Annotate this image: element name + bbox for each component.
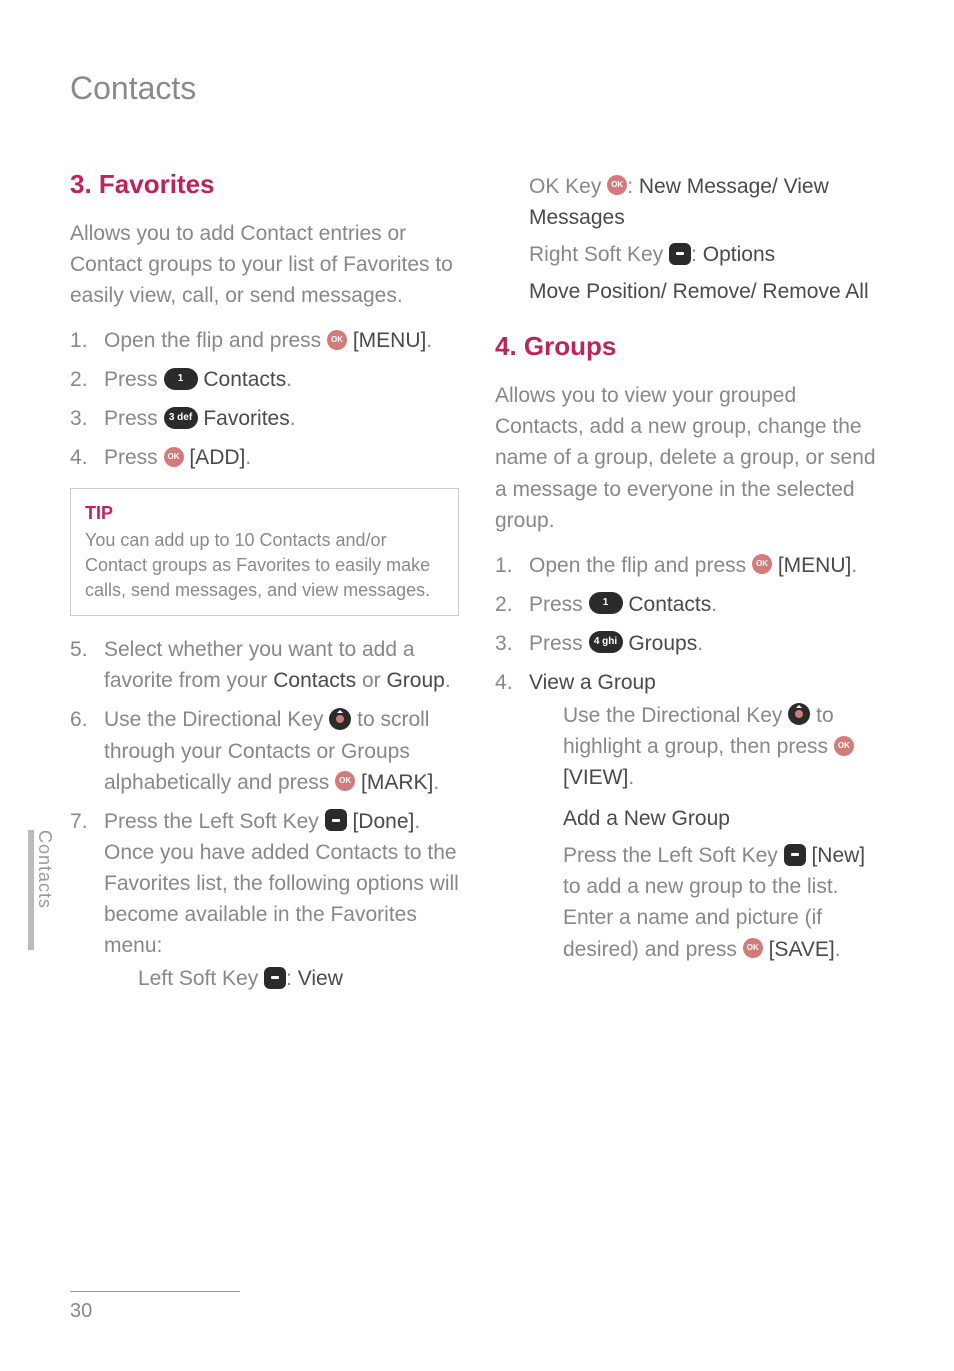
- step-text: Press: [529, 593, 589, 616]
- step-text: or: [356, 669, 386, 692]
- step-text: .: [697, 632, 703, 655]
- step-text: Left Soft Key: [138, 967, 264, 990]
- right-soft-key-icon: [669, 243, 691, 265]
- step-text: .: [286, 368, 292, 391]
- directional-key-icon: [329, 708, 351, 730]
- step-text: Open the flip and press: [104, 329, 327, 352]
- step-text: Press: [529, 632, 589, 655]
- step-bold: [New]: [806, 844, 866, 867]
- step-text: :: [627, 175, 639, 198]
- add-group-heading: Add a New Group: [563, 803, 884, 834]
- step-3: Press 4 ghi Groups.: [495, 628, 884, 659]
- ok-key-icon: [834, 736, 854, 756]
- step-bold: [MARK]: [355, 771, 433, 794]
- step-bold: Groups: [623, 632, 698, 655]
- tip-body: You can add up to 10 Contacts and/or Con…: [85, 530, 430, 600]
- left-column: 3. Favorites Allows you to add Contact e…: [70, 169, 459, 1008]
- step-bold: [SAVE]: [763, 938, 835, 961]
- view-group-body: Use the Directional Key to highlight a g…: [563, 700, 884, 793]
- step-text: Right Soft Key: [529, 243, 669, 266]
- ok-key-icon: [752, 554, 772, 574]
- step-7-line: Left Soft Key : View: [138, 963, 459, 994]
- add-group-body: Press the Left Soft Key [New] to add a n…: [563, 840, 884, 964]
- tip-label: TIP: [85, 501, 444, 526]
- step-bold: View: [298, 967, 343, 990]
- step-text: .: [433, 771, 439, 794]
- step-bold: [MENU]: [778, 554, 852, 577]
- favorites-intro: Allows you to add Contact entries or Con…: [70, 218, 459, 311]
- keypad-4-icon: 4 ghi: [589, 631, 623, 653]
- step-text: Press: [104, 407, 164, 430]
- step-bold: View a Group: [529, 671, 656, 694]
- step-text: .: [628, 766, 634, 789]
- tip-box: TIP You can add up to 10 Contacts and/or…: [70, 488, 459, 617]
- step-text: OK Key: [529, 175, 607, 198]
- keypad-3-icon: 3 def: [164, 407, 198, 429]
- step-text: Press the Left Soft Key: [563, 844, 784, 867]
- step-text: .: [851, 554, 857, 577]
- step-5: Select whether you want to add a favorit…: [70, 634, 459, 696]
- step-text: Open the flip and press: [529, 554, 752, 577]
- step-7: Press the Left Soft Key [Done]. Once you…: [70, 806, 459, 994]
- step-bold: Contacts: [623, 593, 712, 616]
- step-text: Use the Directional Key: [104, 708, 329, 731]
- page-number: 30: [70, 1300, 884, 1323]
- step-text: :: [286, 967, 298, 990]
- step-bold: [ADD]: [184, 446, 246, 469]
- step-text: .: [445, 669, 451, 692]
- step-text: .: [426, 329, 432, 352]
- favorites-heading: 3. Favorites: [70, 169, 459, 200]
- groups-steps: Open the flip and press [MENU]. Press 1 …: [495, 550, 884, 965]
- step-bold: [VIEW]: [563, 766, 628, 789]
- ok-key-line: OK Key : New Message/ View Messages: [529, 171, 884, 233]
- favorites-steps-1: Open the flip and press [MENU]. Press 1 …: [70, 325, 459, 473]
- ok-key-icon: [164, 447, 184, 467]
- ok-key-icon: [607, 175, 627, 195]
- step-3: Press 3 def Favorites.: [70, 403, 459, 434]
- left-soft-key-icon: [325, 809, 347, 831]
- left-soft-key-icon: [264, 967, 286, 989]
- step-bold: Favorites: [198, 407, 290, 430]
- step-text: Press the Left Soft Key: [104, 810, 325, 833]
- step-text: .: [290, 407, 296, 430]
- step-2: Press 1 Contacts.: [495, 589, 884, 620]
- step-2: Press 1 Contacts.: [70, 364, 459, 395]
- step-text: Use the Directional Key: [563, 704, 788, 727]
- footer: 30: [70, 1291, 884, 1323]
- right-column: OK Key : New Message/ View Messages Righ…: [495, 169, 884, 1008]
- ok-key-icon: [743, 938, 763, 958]
- step-text: :: [691, 243, 703, 266]
- groups-intro: Allows you to view your grouped Contacts…: [495, 380, 884, 535]
- step-text: .: [245, 446, 251, 469]
- sidebar-section-label: Contacts: [34, 830, 55, 909]
- keypad-1-icon: 1: [164, 368, 198, 390]
- step-4: Press [ADD].: [70, 442, 459, 473]
- step-1: Open the flip and press [MENU].: [495, 550, 884, 581]
- step-text: Press: [104, 368, 164, 391]
- step-text: .: [711, 593, 717, 616]
- ok-key-icon: [327, 330, 347, 350]
- step-text: .: [835, 938, 841, 961]
- step-bold: Contacts: [273, 669, 356, 692]
- groups-heading: 4. Groups: [495, 331, 884, 362]
- keypad-1-icon: 1: [589, 592, 623, 614]
- step-text: Press: [104, 446, 164, 469]
- footer-rule: [70, 1291, 240, 1292]
- right-soft-key-line: Right Soft Key : Options: [529, 239, 884, 270]
- step-bold: [Done]: [347, 810, 415, 833]
- options-list: Move Position/ Remove/ Remove All: [529, 276, 884, 307]
- page-title: Contacts: [70, 70, 884, 107]
- step-6: Use the Directional Key to scroll throug…: [70, 704, 459, 797]
- step-bold: Contacts: [198, 368, 287, 391]
- step-4: View a Group Use the Directional Key to …: [495, 667, 884, 965]
- step-bold: Move Position/ Remove/ Remove All: [529, 280, 869, 303]
- step-bold: Options: [703, 243, 775, 266]
- directional-key-icon: [788, 703, 810, 725]
- left-soft-key-icon: [784, 844, 806, 866]
- step-bold: [MENU]: [353, 329, 427, 352]
- ok-key-icon: [335, 771, 355, 791]
- step-bold: Group: [386, 669, 444, 692]
- favorites-steps-2: Select whether you want to add a favorit…: [70, 634, 459, 994]
- step-1: Open the flip and press [MENU].: [70, 325, 459, 356]
